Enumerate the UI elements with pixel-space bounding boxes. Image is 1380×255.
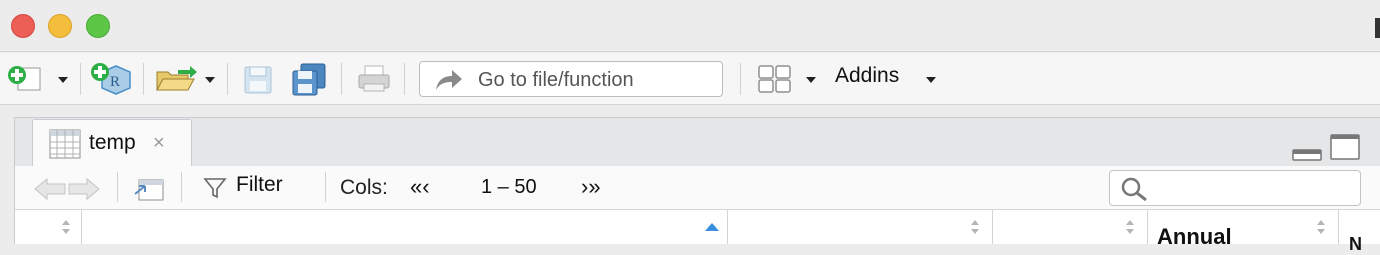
minimize-pane-icon xyxy=(1292,149,1322,161)
tab-temp[interactable]: temp × xyxy=(32,119,192,167)
window-close-button[interactable] xyxy=(11,14,35,38)
window-edge-mark xyxy=(1375,18,1380,38)
open-file-button[interactable] xyxy=(154,64,198,94)
row-number-header[interactable] xyxy=(15,210,82,244)
table-search-input[interactable] xyxy=(1109,170,1361,206)
sort-ascending-icon xyxy=(705,223,719,231)
minimize-pane-button[interactable] xyxy=(1291,142,1323,162)
column-header[interactable] xyxy=(728,210,993,244)
grid-layout-icon xyxy=(758,65,791,93)
new-file-dropdown-caret[interactable] xyxy=(58,77,68,83)
data-viewer-toolbar: Filter Cols: «‹ 1 – 50 ›» xyxy=(14,166,1380,210)
back-button[interactable] xyxy=(33,176,67,202)
cols-label: Cols: xyxy=(340,176,388,199)
window-minimize-button[interactable] xyxy=(48,14,72,38)
print-button[interactable] xyxy=(355,63,393,95)
toolbar-separator xyxy=(80,63,81,95)
print-icon xyxy=(358,65,390,92)
open-file-dropdown-caret[interactable] xyxy=(205,77,215,83)
svg-text:R: R xyxy=(110,74,120,90)
toolbar-separator xyxy=(404,63,405,95)
new-project-button[interactable]: R xyxy=(90,62,134,96)
search-icon xyxy=(1121,177,1147,202)
filter-button[interactable] xyxy=(203,176,229,200)
toolbar-separator xyxy=(227,63,228,95)
forward-arrow-icon xyxy=(68,177,100,201)
save-all-button[interactable] xyxy=(289,62,329,98)
toolbar-separator xyxy=(740,63,741,95)
addins-menu[interactable]: Addins xyxy=(835,64,899,88)
toolbar-separator xyxy=(143,63,144,95)
column-header-label-n: N xyxy=(1349,234,1362,254)
maximize-pane-icon xyxy=(1330,134,1360,160)
goto-file-function-input[interactable]: Go to file/function xyxy=(419,61,723,97)
tab-label: temp xyxy=(89,131,136,154)
sort-icon xyxy=(62,220,70,234)
toolbar-separator xyxy=(325,172,326,202)
show-in-new-window-button[interactable] xyxy=(131,174,167,204)
new-project-icon: R xyxy=(91,63,131,95)
back-arrow-icon xyxy=(34,177,66,201)
filter-funnel-icon xyxy=(203,178,227,199)
save-icon xyxy=(244,66,272,94)
addins-dropdown-caret[interactable] xyxy=(926,77,936,83)
column-header[interactable] xyxy=(993,210,1148,244)
column-range: 1 – 50 xyxy=(481,176,537,198)
tab-close-icon[interactable]: × xyxy=(153,132,165,155)
column-header-label-annual: Annual xyxy=(1157,224,1232,249)
previous-columns-button[interactable]: «‹ xyxy=(410,174,430,200)
save-all-icon xyxy=(292,63,326,96)
toolbar-separator xyxy=(117,172,118,202)
toolbar-separator xyxy=(181,172,182,202)
save-button[interactable] xyxy=(240,64,276,96)
column-header[interactable] xyxy=(82,210,728,244)
sort-icon xyxy=(1126,220,1134,234)
main-toolbar: R Go to file/function Addins xyxy=(0,53,1380,105)
new-file-button[interactable] xyxy=(6,64,46,94)
next-columns-button[interactable]: ›» xyxy=(581,174,601,200)
window-titlebar xyxy=(0,0,1380,52)
goto-placeholder: Go to file/function xyxy=(478,69,634,91)
new-file-icon xyxy=(8,66,41,91)
data-table-icon xyxy=(49,129,81,159)
table-header-row: Annual N xyxy=(14,210,1380,254)
sort-icon xyxy=(971,220,979,234)
open-folder-icon xyxy=(156,66,197,91)
forward-button[interactable] xyxy=(67,176,101,202)
sort-icon xyxy=(1317,220,1325,234)
pane-layout-dropdown-caret[interactable] xyxy=(806,77,816,83)
popout-window-icon xyxy=(134,179,164,201)
maximize-pane-button[interactable] xyxy=(1329,132,1361,162)
toolbar-separator xyxy=(341,63,342,95)
goto-arrow-icon xyxy=(436,70,462,90)
filter-label[interactable]: Filter xyxy=(236,173,283,197)
window-maximize-button[interactable] xyxy=(86,14,110,38)
pane-layout-button[interactable] xyxy=(757,64,793,94)
